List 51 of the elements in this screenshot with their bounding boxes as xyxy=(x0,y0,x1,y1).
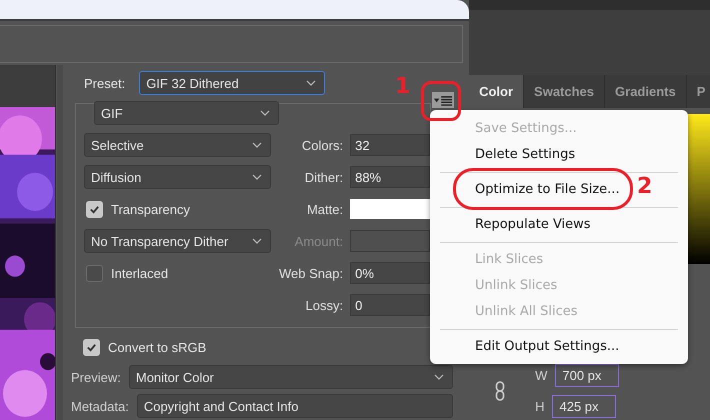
dropdown[interactable]: No Transparency Dither xyxy=(84,229,271,253)
check-icon xyxy=(86,342,97,352)
checkbox[interactable] xyxy=(86,264,103,282)
input-field[interactable]: 32 xyxy=(350,134,430,156)
panel-tab[interactable]: P xyxy=(686,75,710,108)
field-label: Dither: xyxy=(304,170,344,184)
input-field[interactable]: 0 xyxy=(350,294,430,316)
chevron-icon xyxy=(260,110,270,116)
checkbox[interactable] xyxy=(86,200,103,218)
menu-item[interactable]: Optimize to File Size... xyxy=(475,177,620,203)
input-field[interactable]: 0% xyxy=(350,262,430,284)
menu-item[interactable]: Repopulate Views xyxy=(475,212,591,238)
matte-swatch[interactable] xyxy=(350,199,430,219)
chevron-icon xyxy=(252,142,262,148)
size-field[interactable]: 425 px xyxy=(552,395,616,418)
check-icon xyxy=(89,204,100,214)
checkbox-label: Transparency xyxy=(111,202,190,216)
chain-link-icon[interactable] xyxy=(495,381,506,401)
panel-tab[interactable]: Gradients xyxy=(605,75,687,108)
preview-label: Preview: xyxy=(71,370,121,384)
metadata-label: Metadata: xyxy=(71,398,129,414)
field-label: Lossy: xyxy=(306,298,344,312)
dropdown[interactable]: Diffusion xyxy=(84,165,271,189)
preset-label: Preset: xyxy=(84,76,126,90)
size-field[interactable]: 700 px xyxy=(555,364,620,387)
menu-icon[interactable] xyxy=(432,92,454,108)
chevron-icon xyxy=(306,80,316,86)
size-label: H xyxy=(535,399,544,414)
format-dropdown[interactable]: GIF xyxy=(94,101,279,125)
dropdown[interactable]: Selective xyxy=(84,133,271,157)
field-label: Matte: xyxy=(306,202,344,216)
input-field[interactable]: 88% xyxy=(350,166,430,188)
checkbox-label: Interlaced xyxy=(111,266,168,280)
menu-item[interactable]: Delete Settings xyxy=(475,142,576,168)
input-field[interactable] xyxy=(350,230,430,252)
panel-tab[interactable]: Swatches xyxy=(524,75,606,108)
preset-dropdown[interactable]: GIF 32 Dithered xyxy=(139,71,326,95)
preview-dropdown[interactable]: Monitor Color xyxy=(128,365,454,389)
metadata-dropdown[interactable]: Copyright and Contact Info xyxy=(136,394,454,418)
annotation-number: 2 xyxy=(637,174,652,199)
panel-tab[interactable]: Color xyxy=(469,75,524,108)
chevron-icon xyxy=(434,374,444,380)
annotation-number: 1 xyxy=(395,74,410,99)
chevron-icon xyxy=(252,174,262,180)
size-label: W xyxy=(535,368,548,383)
field-label: Colors: xyxy=(302,138,344,152)
checkbox-label: Convert to sRGB xyxy=(108,340,206,354)
menu-item[interactable]: Edit Output Settings... xyxy=(475,334,620,360)
checkbox[interactable] xyxy=(83,338,100,356)
field-label: Web Snap: xyxy=(279,266,344,280)
chevron-icon xyxy=(252,238,262,244)
